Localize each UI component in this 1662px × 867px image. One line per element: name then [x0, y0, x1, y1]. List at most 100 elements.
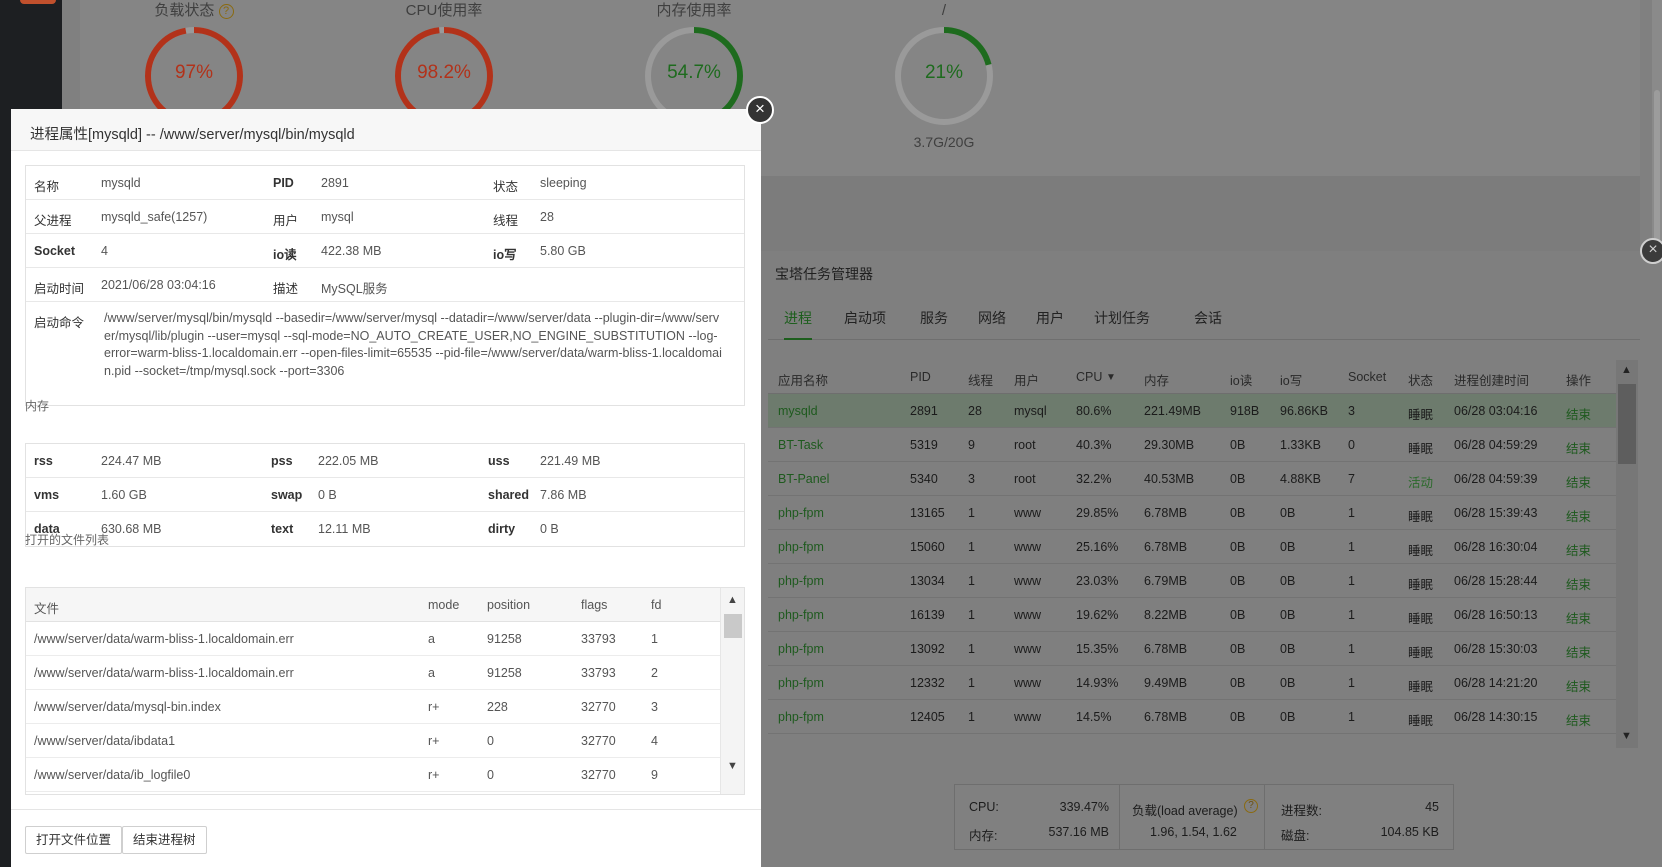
column-header[interactable]: 状态: [1408, 370, 1433, 389]
summary-load-label: 负载(load average): [1132, 804, 1238, 818]
process-row[interactable]: php-fpm 12332 1 www 14.93% 9.49MB 0B 0B 1 睡眠 06/28…: [768, 666, 1616, 700]
files-scrollbar[interactable]: ▲ ▼: [720, 588, 744, 794]
summary-cpu-mem: CPU: 339.47% 内存: 537.16 MB: [955, 785, 1120, 849]
process-cell[interactable]: php-fpm: [778, 540, 824, 554]
file-cell: a: [428, 632, 435, 646]
process-cell: 睡眠: [1408, 442, 1434, 456]
process-row[interactable]: BT-Task 5319 9 root 40.3% 29.30MB 0B 1.33KB 0 睡眠 0…: [768, 428, 1616, 462]
process-table-scrollbar[interactable]: ▲ ▼: [1616, 360, 1638, 748]
process-scrollbar-thumb[interactable]: [1618, 384, 1636, 464]
desc-value: MySQL服务: [321, 282, 388, 296]
column-header[interactable]: io写: [1280, 370, 1302, 389]
tab-3[interactable]: 网络: [978, 308, 1006, 328]
file-cell: /www/server/data/ibdata1: [34, 734, 176, 748]
open-files-body: 文件 mode position flags fd/www/server/data/wa…: [26, 588, 744, 792]
column-header[interactable]: 进程创建时间: [1454, 370, 1529, 389]
process-cell: www: [1014, 642, 1042, 656]
tab-0[interactable]: 进程: [784, 308, 812, 340]
process-row[interactable]: php-fpm 12405 1 www 14.5% 6.78MB 0B 0B 1 睡眠 06/28 …: [768, 700, 1616, 734]
help-icon[interactable]: ?: [1244, 799, 1258, 813]
process-cell: root: [1014, 472, 1036, 486]
end-process-link[interactable]: 结束: [1566, 506, 1591, 525]
process-row[interactable]: BT-Panel 5340 3 root 32.2% 40.53MB 0B 4.88KB 7 活动…: [768, 462, 1616, 496]
end-process-link[interactable]: 结束: [1566, 574, 1591, 593]
files-scroll-up-icon[interactable]: ▲: [727, 594, 738, 606]
process-cell: 15060: [910, 540, 945, 554]
process-cell: 0B: [1280, 574, 1296, 588]
name-label: 名称: [34, 180, 60, 194]
process-cell[interactable]: php-fpm: [778, 710, 824, 724]
help-icon[interactable]: ?: [218, 3, 234, 19]
process-cell: 活动: [1408, 476, 1434, 490]
column-header[interactable]: CPU: [1076, 370, 1102, 384]
modal-close-icon[interactable]: ×: [746, 96, 774, 124]
column-header[interactable]: io读: [1230, 370, 1252, 389]
end-process-link[interactable]: 结束: [1566, 472, 1591, 491]
task-manager-tabs: 进程 启动项 服务 网络 用户 计划任务 会话: [768, 300, 1640, 340]
file-row[interactable]: /www/server/data/ibdata1 r+ 0 32770 4: [26, 724, 744, 758]
process-cell[interactable]: php-fpm: [778, 574, 824, 588]
end-process-link[interactable]: 结束: [1566, 676, 1591, 695]
file-cell: r+: [428, 700, 440, 714]
files-scrollbar-thumb[interactable]: [724, 614, 742, 638]
kill-process-tree-button[interactable]: 结束进程树: [122, 826, 207, 854]
scroll-up-icon[interactable]: ▲: [1621, 364, 1632, 376]
tab-2[interactable]: 服务: [920, 308, 948, 328]
process-cell: 13165: [910, 506, 945, 520]
files-scroll-down-icon[interactable]: ▼: [727, 760, 738, 772]
process-cell[interactable]: php-fpm: [778, 642, 824, 656]
process-cell[interactable]: BT-Task: [778, 438, 823, 452]
threads-label: 线程: [493, 214, 519, 228]
process-row[interactable]: php-fpm 13165 1 www 29.85% 6.78MB 0B 0B 1 睡眠 06/28…: [768, 496, 1616, 530]
file-row[interactable]: /www/server/data/ib_logfile0 r+ 0 32770 9: [26, 758, 744, 792]
process-cell[interactable]: php-fpm: [778, 676, 824, 690]
process-cell: 32.2%: [1076, 472, 1112, 486]
file-cell: 3: [651, 700, 658, 714]
process-row[interactable]: mysqld 2891 28 mysql 80.6% 221.49MB 918B 96.86K…: [768, 394, 1616, 428]
column-header[interactable]: PID: [910, 370, 931, 384]
memory-label: shared: [488, 488, 529, 502]
process-row[interactable]: php-fpm 13034 1 www 23.03% 6.79MB 0B 0B 1 睡眠 06/28…: [768, 564, 1616, 598]
tab-5[interactable]: 计划任务: [1094, 308, 1150, 328]
process-row[interactable]: php-fpm 13092 1 www 15.35% 6.78MB 0B 0B 1 睡眠 06/28…: [768, 632, 1616, 666]
process-cell[interactable]: php-fpm: [778, 506, 824, 520]
process-cell: 2891: [910, 404, 938, 418]
file-row[interactable]: /www/server/data/warm-bliss-1.localdomai…: [26, 622, 744, 656]
tab-6[interactable]: 会话: [1194, 308, 1222, 328]
process-row[interactable]: php-fpm 15060 1 www 25.16% 6.78MB 0B 0B 1 睡眠 06/28…: [768, 530, 1616, 564]
process-cell: 5319: [910, 438, 938, 452]
process-row[interactable]: php-fpm 16139 1 www 19.62% 8.22MB 0B 0B 1 睡眠 06/28…: [768, 598, 1616, 632]
state-label: 状态: [493, 180, 519, 194]
file-column-header: fd: [651, 598, 662, 612]
summary-load-value: 1.96, 1.54, 1.62: [1150, 825, 1237, 839]
process-cell[interactable]: BT-Panel: [778, 472, 829, 486]
sort-desc-icon[interactable]: ▼: [1106, 372, 1116, 383]
column-header[interactable]: 内存: [1144, 370, 1169, 389]
file-cell: 1: [651, 632, 658, 646]
task-manager-close-icon[interactable]: ×: [1640, 238, 1662, 264]
process-cell: 06/28 03:04:16: [1454, 404, 1538, 418]
end-process-link[interactable]: 结束: [1566, 710, 1591, 729]
column-header[interactable]: 线程: [968, 370, 993, 389]
end-process-link[interactable]: 结束: [1566, 642, 1591, 661]
file-row[interactable]: /www/server/data/mysql-bin.index r+ 228 327…: [26, 690, 744, 724]
tab-4[interactable]: 用户: [1036, 308, 1064, 328]
end-process-link[interactable]: 结束: [1566, 540, 1591, 559]
column-header[interactable]: 操作: [1566, 370, 1591, 389]
file-row[interactable]: /www/server/data/warm-bliss-1.localdomai…: [26, 656, 744, 690]
column-header[interactable]: 应用名称: [778, 370, 828, 389]
column-header[interactable]: Socket: [1348, 370, 1386, 384]
open-file-location-button[interactable]: 打开文件位置: [25, 826, 123, 854]
process-cell[interactable]: php-fpm: [778, 608, 824, 622]
end-process-link[interactable]: 结束: [1566, 438, 1591, 457]
process-cell[interactable]: mysqld: [778, 404, 818, 418]
tab-1[interactable]: 启动项: [844, 308, 886, 328]
scroll-down-icon[interactable]: ▼: [1621, 730, 1632, 742]
end-process-link[interactable]: 结束: [1566, 608, 1591, 627]
memory-value: 0 B: [540, 522, 559, 536]
end-process-link[interactable]: 结束: [1566, 404, 1591, 423]
pid-label: PID: [273, 176, 294, 190]
column-header[interactable]: 用户: [1014, 370, 1039, 389]
file-cell: /www/server/data/mysql-bin.index: [34, 700, 221, 714]
memory-table: rss 224.47 MB pss 222.05 MB uss 221.49 MB vms 1…: [25, 443, 745, 547]
